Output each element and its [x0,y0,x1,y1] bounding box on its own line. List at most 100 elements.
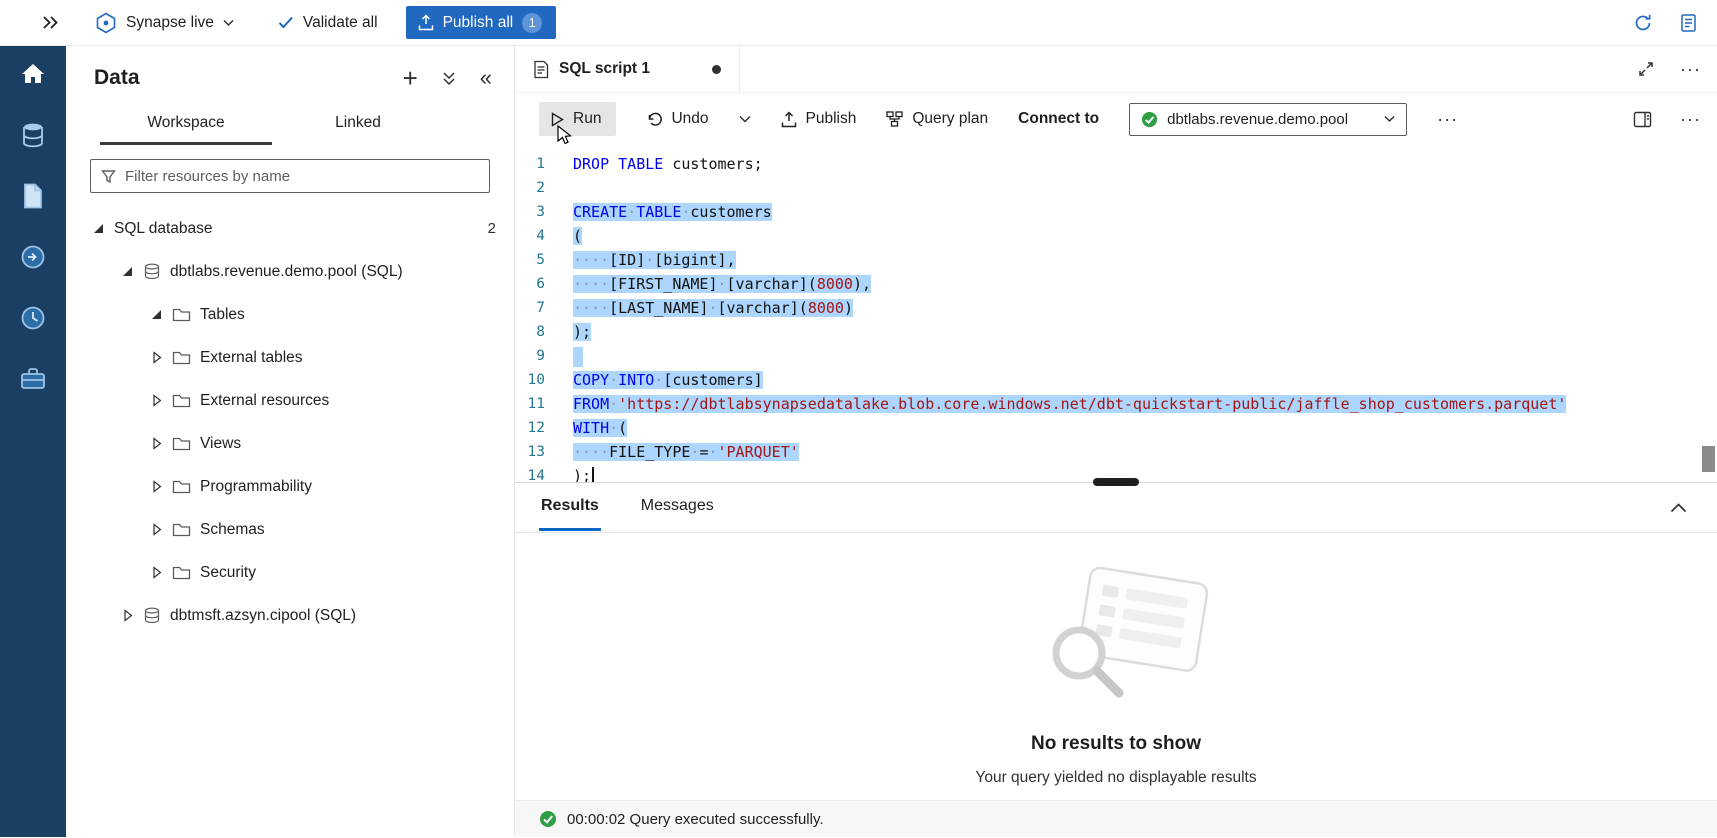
code-line[interactable]: 5····[ID]·[bigint], [515,248,1717,272]
collapse-results-icon[interactable] [1670,503,1687,513]
collapsed-twisty-icon[interactable] [150,437,163,450]
scrollbar-thumb[interactable] [1702,446,1715,472]
tree-item-label: dbtmsft.azsyn.cipool (SQL) [170,607,356,625]
expanded-twisty-icon[interactable] [92,223,105,234]
collapsed-twisty-icon[interactable] [150,351,163,364]
upload-icon [418,14,434,31]
tab-results[interactable]: Results [539,484,601,531]
code-line[interactable]: 8); [515,320,1717,344]
query-plan-label: Query plan [912,110,988,128]
folder-icon [172,479,191,495]
filter-resources-input[interactable] [125,168,479,185]
code-line[interactable]: 4( [515,224,1717,248]
undo-button[interactable]: Undo [646,110,708,128]
panel-more-icon[interactable]: ··· [1680,114,1701,124]
collapsed-twisty-icon[interactable] [150,394,163,407]
code-line[interactable]: 10COPY·INTO·[customers] [515,368,1717,392]
publish-upload-icon [781,111,797,128]
collapse-all-icon[interactable] [442,71,456,86]
tree-item-label: Tables [200,306,245,324]
line-number: 11 [515,392,573,416]
expand-editor-icon[interactable] [1638,61,1654,77]
code-line[interactable]: 12WITH·( [515,416,1717,440]
code-line[interactable]: 2 [515,176,1717,200]
tab-more-icon[interactable]: ··· [1680,64,1701,74]
manage-hub-icon[interactable] [19,365,47,393]
line-number: 8 [515,320,573,344]
refresh-icon[interactable] [1633,13,1653,33]
connected-check-icon [1141,111,1158,128]
tree-item[interactable]: External resources [66,379,514,422]
develop-hub-icon[interactable] [19,182,47,210]
tree-item-label: dbtlabs.revenue.demo.pool (SQL) [170,263,403,281]
folder-icon [172,436,191,452]
connect-to-dropdown[interactable]: dbtlabs.revenue.demo.pool [1129,103,1407,136]
tab-linked[interactable]: Linked [272,106,444,145]
code-text: CREATE·TABLE·customers [573,200,772,224]
tree-item[interactable]: dbtmsft.azsyn.cipool (SQL) [66,594,514,637]
validate-all-button[interactable]: Validate all [278,14,378,32]
connect-to-label: Connect to [1018,110,1099,128]
code-line[interactable]: 6····[FIRST_NAME]·[varchar](8000), [515,272,1717,296]
home-icon[interactable] [19,60,47,88]
collapsed-twisty-icon[interactable] [150,523,163,536]
line-number: 12 [515,416,573,440]
code-line[interactable]: 11FROM·'https://dbtlabsynapsedatalake.bl… [515,392,1717,416]
query-plan-icon [886,111,903,127]
properties-icon[interactable] [1633,111,1652,128]
results-tab-bar: Results Messages [515,483,1717,533]
publish-all-button[interactable]: Publish all 1 [406,6,557,39]
collapse-panel-icon[interactable]: « [480,68,492,88]
toolbar-overflow-icon[interactable]: ··· [1437,114,1458,124]
tab-sql-script-1[interactable]: SQL script 1 [515,46,740,92]
folder-icon [172,393,191,409]
code-line[interactable]: 13····FILE_TYPE·=·'PARQUET' [515,440,1717,464]
code-line[interactable]: 3CREATE·TABLE·customers [515,200,1717,224]
selection-highlight: ····[FIRST_NAME]·[varchar](8000), [573,275,871,293]
monitor-hub-icon[interactable] [19,304,47,332]
main-content: SQL script 1 ··· [515,46,1717,837]
tree-item[interactable]: Views [66,422,514,465]
panel-title: Data [94,66,140,90]
tree-item-label: Security [200,564,256,582]
data-hub-icon[interactable] [19,121,47,149]
resize-handle[interactable] [1093,478,1139,486]
selection-highlight: COPY·INTO·[customers] [573,371,763,389]
play-icon [551,112,564,127]
expanded-twisty-icon[interactable] [150,309,163,320]
publish-button[interactable]: Publish [781,110,857,128]
tree-item[interactable]: SQL database2 [66,207,514,250]
tree-item[interactable]: dbtlabs.revenue.demo.pool (SQL) [66,250,514,293]
tab-workspace[interactable]: Workspace [100,106,272,145]
folder-icon [172,522,191,538]
collapsed-twisty-icon[interactable] [121,609,134,622]
code-line[interactable]: 9 [515,344,1717,368]
tree-item[interactable]: Schemas [66,508,514,551]
branch-name: Synapse live [126,14,214,32]
tree-item[interactable]: Programmability [66,465,514,508]
integrate-hub-icon[interactable] [19,243,47,271]
tree-item[interactable]: External tables [66,336,514,379]
collapsed-twisty-icon[interactable] [150,480,163,493]
tab-messages[interactable]: Messages [639,484,716,531]
collapsed-twisty-icon[interactable] [150,566,163,579]
query-plan-button[interactable]: Query plan [886,110,988,128]
selection-highlight: ····FILE_TYPE·=·'PARQUET' [573,443,799,461]
code-text: ); [573,320,591,344]
undo-dropdown-icon[interactable] [739,115,751,123]
folder-icon [172,307,191,323]
tree-item[interactable]: Security [66,551,514,594]
code-line[interactable]: 7····[LAST_NAME]·[varchar](8000) [515,296,1717,320]
run-button[interactable]: Run [539,102,616,136]
tree-item[interactable]: Tables [66,293,514,336]
expanded-twisty-icon[interactable] [121,266,134,277]
expand-menu-icon[interactable] [42,15,59,30]
workspace-branch-switcher[interactable]: Synapse live [95,12,234,34]
sql-code-editor[interactable]: 1DROP TABLE customers;23CREATE·TABLE·cus… [515,145,1717,482]
add-resource-icon[interactable]: + [403,68,418,88]
folder-icon [172,565,191,581]
run-label: Run [573,110,601,128]
code-line[interactable]: 1DROP TABLE customers; [515,152,1717,176]
gallery-icon[interactable] [1679,13,1699,33]
line-number: 14 [515,464,573,482]
